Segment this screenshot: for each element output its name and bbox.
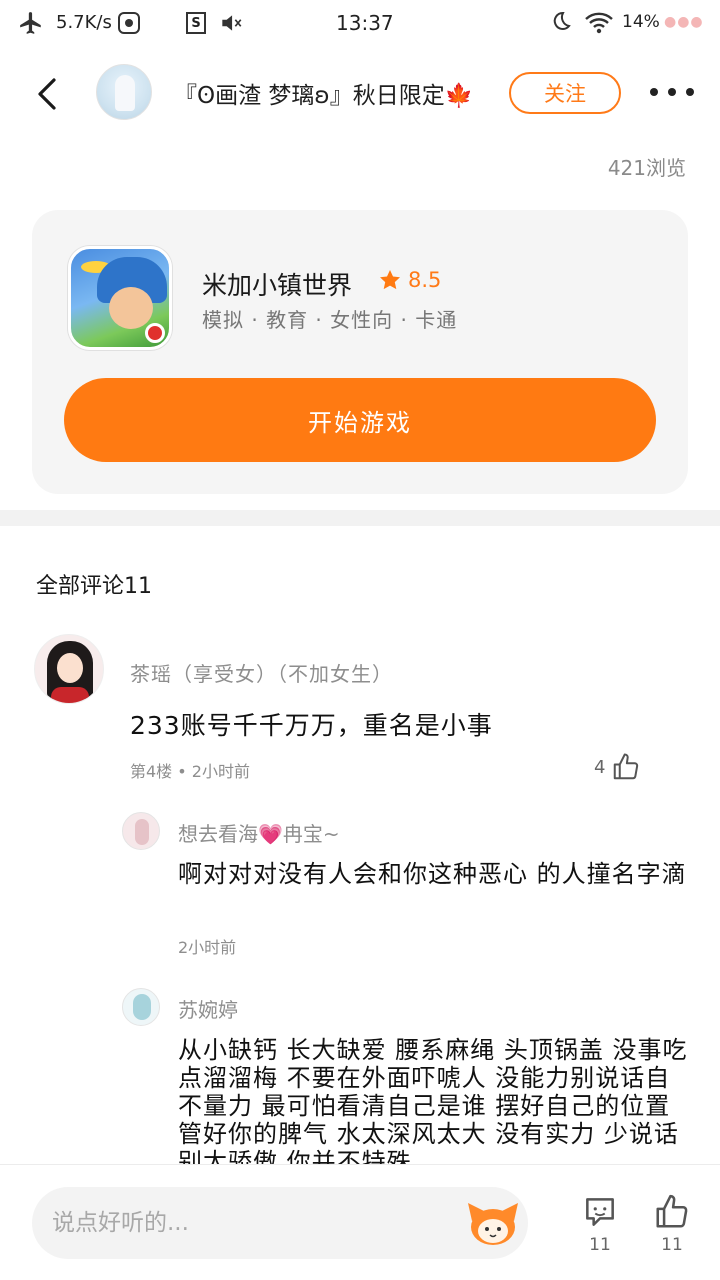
author-avatar[interactable]	[96, 64, 152, 120]
battery-indicator-icon: ●●●	[664, 14, 704, 30]
wifi-icon	[584, 10, 614, 36]
thumbs-up-icon	[614, 753, 639, 780]
post-header: 『ʘ画渣 梦璃ʚ』秋日限定🍁 关注	[0, 56, 720, 136]
reply-time: 2小时前	[178, 938, 237, 957]
comments-title: 全部评论11	[36, 574, 152, 599]
author-name[interactable]: 『ʘ画渣 梦璃ʚ』秋日限定🍁	[174, 76, 473, 110]
reply-avatar[interactable]	[122, 812, 160, 850]
volume-muted-icon	[218, 10, 244, 36]
bottom-comment-bar: 11 11	[0, 1164, 720, 1280]
comments-button[interactable]: 11	[572, 1193, 628, 1255]
start-game-button[interactable]: 开始游戏	[64, 378, 656, 462]
commenter-name[interactable]: 茶瑶（享受女）（不加女生）	[130, 658, 393, 687]
game-card[interactable]: 米加小镇世界 8.5 模拟 · 教育 · 女性向 · 卡通 开始游戏	[32, 210, 688, 494]
reply-avatar[interactable]	[122, 988, 160, 1026]
section-divider	[0, 510, 720, 526]
do-not-disturb-icon	[548, 10, 572, 34]
game-name[interactable]: 米加小镇世界	[202, 266, 352, 302]
comment-input-container[interactable]	[32, 1187, 528, 1259]
game-rating: 8.5	[378, 268, 441, 292]
more-options-icon[interactable]	[650, 82, 694, 102]
comment-like-count: 4	[594, 756, 606, 778]
game-tags: 模拟 · 教育 · 女性向 · 卡通	[202, 308, 458, 332]
s-app-icon: S	[186, 12, 206, 34]
comment-count: 11	[589, 1235, 611, 1255]
reply-author[interactable]: 苏婉婷	[178, 994, 238, 1023]
game-icon[interactable]	[68, 246, 172, 350]
comment-input[interactable]	[52, 1201, 452, 1245]
reply-author[interactable]: 想去看海💗冉宝~	[178, 818, 340, 847]
like-button[interactable]: 11	[644, 1193, 700, 1255]
record-icon	[118, 12, 140, 34]
commenter-avatar[interactable]	[34, 634, 104, 704]
back-button[interactable]	[28, 74, 68, 114]
chevron-left-icon	[38, 78, 56, 110]
battery-level: 14%	[622, 12, 660, 32]
network-speed: 5.7K/s	[56, 12, 112, 33]
comment-icon	[586, 1198, 614, 1226]
thumbs-up-icon	[656, 1194, 688, 1228]
mascot-icon[interactable]	[466, 1199, 520, 1247]
view-count: 421浏览	[607, 156, 686, 180]
reply-text: 从小缺钙 长大缺爱 腰系麻绳 头顶锅盖 没事吃点溜溜梅 不要在外面吓唬人 没能力…	[178, 1036, 688, 1164]
comment-text: 233账号千千万万，重名是小事	[130, 711, 493, 740]
star-icon	[380, 270, 400, 290]
reply-text: 啊对对对没有人会和你这种恶心 的人撞名字滴	[178, 860, 687, 888]
status-bar: 5.7K/s S 13:37 14% ●●●	[0, 0, 720, 48]
clock: 13:37	[336, 11, 394, 35]
comment-meta: 第4楼 • 2小时前	[130, 762, 250, 781]
airplane-mode-icon	[18, 10, 44, 36]
rating-value: 8.5	[408, 268, 442, 292]
comment-like-button[interactable]: 4	[594, 752, 641, 782]
like-count: 11	[661, 1235, 683, 1255]
follow-button[interactable]: 关注	[509, 72, 621, 114]
